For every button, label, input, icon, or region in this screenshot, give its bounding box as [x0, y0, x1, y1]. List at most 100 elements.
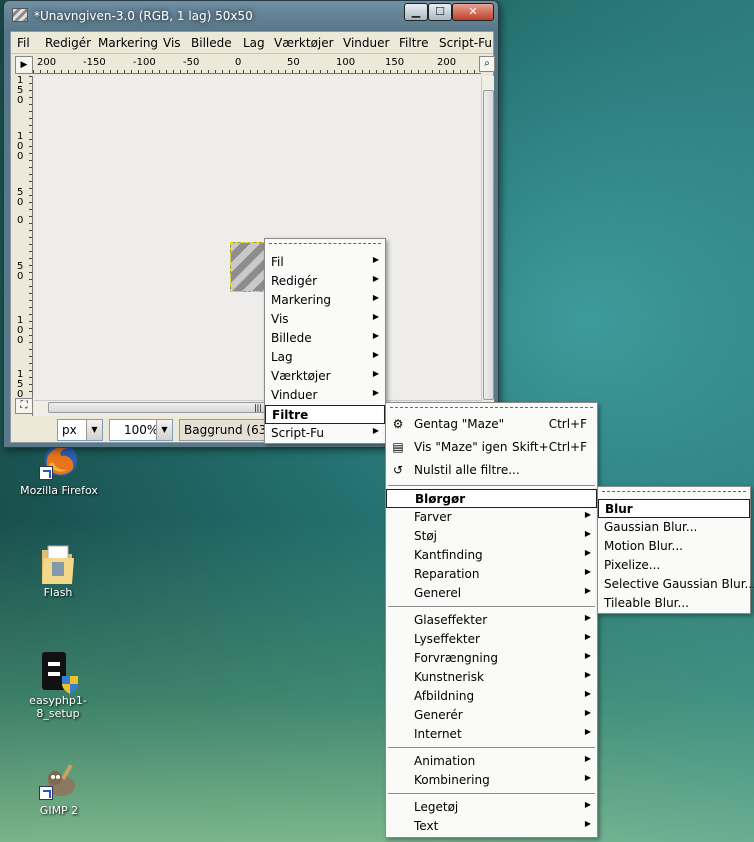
- desktop-icon-gimp[interactable]: GIMP 2: [9, 760, 109, 817]
- desktop-icon-label: Flash: [43, 586, 73, 599]
- menu-fil[interactable]: Fil: [17, 36, 30, 50]
- desktop-icon-label: easyphp1-8_setup: [29, 694, 87, 720]
- tearoff-line[interactable]: [602, 491, 746, 492]
- minimize-button[interactable]: ▁: [404, 3, 428, 21]
- desktop-icon-label: GIMP 2: [39, 804, 79, 817]
- filter-category-kombinering[interactable]: Kombinering ▶: [386, 771, 597, 790]
- tearoff-line[interactable]: [390, 407, 593, 408]
- menu-bar: Fil Redigér Markering Vis Billede Lag Væ…: [11, 32, 493, 54]
- zoom-select[interactable]: 100% ▼: [109, 419, 173, 441]
- navigate-icon[interactable]: ⛶: [15, 398, 33, 414]
- submenu-arrow-icon: ▶: [584, 651, 591, 660]
- submenu-arrow-icon: ▶: [584, 727, 591, 736]
- filter-category-legetoj[interactable]: Legetøj ▶: [386, 798, 597, 817]
- context-item-markering[interactable]: Markering ▶: [265, 291, 385, 310]
- blur-item-selective-gaussian[interactable]: Selective Gaussian Blur...: [598, 575, 754, 594]
- desktop-icon-easyphp[interactable]: easyphp1-8_setup: [8, 650, 108, 720]
- submenu-arrow-icon: ▶: [372, 331, 379, 340]
- window-title: *Unavngiven-3.0 (RGB, 1 lag) 50x50: [34, 9, 253, 23]
- menu-filtre[interactable]: Filtre: [399, 36, 428, 50]
- gear-icon: ⚙: [392, 417, 404, 431]
- reshow-dialog-icon: ▤: [392, 440, 404, 454]
- submenu-arrow-icon: ▶: [584, 708, 591, 717]
- menu-vinduer[interactable]: Vinduer: [343, 36, 389, 50]
- zoom-fit-icon[interactable]: ⌕: [479, 56, 495, 72]
- filter-category-lyseffekter[interactable]: Lyseffekter ▶: [386, 630, 597, 649]
- maximize-button[interactable]: ☐: [428, 3, 452, 21]
- desktop-icon-firefox[interactable]: Mozilla Firefox: [9, 440, 109, 497]
- blur-item-motion[interactable]: Motion Blur...: [598, 537, 750, 556]
- filter-category-farver[interactable]: Farver ▶: [386, 508, 597, 527]
- quick-mask-button[interactable]: ▶: [15, 56, 33, 74]
- submenu-arrow-icon: ▶: [584, 586, 591, 595]
- filter-category-generel[interactable]: Generel ▶: [386, 584, 597, 603]
- menu-markering[interactable]: Markering: [98, 36, 158, 50]
- context-item-vis[interactable]: Vis ▶: [265, 310, 385, 329]
- folder-icon: [38, 542, 78, 584]
- menu-separator: [388, 606, 595, 608]
- context-item-rediger[interactable]: Redigér ▶: [265, 272, 385, 291]
- submenu-arrow-icon: ▶: [372, 426, 379, 435]
- menu-vis[interactable]: Vis: [163, 36, 181, 50]
- filter-category-glaseffekter[interactable]: Glaseffekter ▶: [386, 611, 597, 630]
- submenu-arrow-icon: ▶: [584, 529, 591, 538]
- blur-item-pixelize[interactable]: Pixelize...: [598, 556, 750, 575]
- submenu-arrow-icon: ▶: [584, 819, 591, 828]
- submenu-arrow-icon: ▶: [372, 312, 379, 321]
- context-item-filtre[interactable]: Filtre: [265, 405, 385, 424]
- reset-filters-item[interactable]: ↺ Nulstil alle filtre...: [386, 461, 597, 480]
- filter-category-kantfinding[interactable]: Kantfinding ▶: [386, 546, 597, 565]
- chevron-down-icon[interactable]: ▼: [156, 420, 172, 440]
- menu-rediger[interactable]: Redigér: [45, 36, 91, 50]
- filter-category-forvraengning[interactable]: Forvrængning ▶: [386, 649, 597, 668]
- filter-category-stoj[interactable]: Støj ▶: [386, 527, 597, 546]
- title-bar[interactable]: *Unavngiven-3.0 (RGB, 1 lag) 50x50 ▁ ☐ ✕: [4, 1, 498, 29]
- blur-item-tileable[interactable]: Tileable Blur...: [598, 594, 750, 613]
- filter-category-animation[interactable]: Animation ▶: [386, 752, 597, 771]
- menu-separator: [388, 793, 595, 795]
- submenu-arrow-icon: ▶: [584, 800, 591, 809]
- window-client: Fil Redigér Markering Vis Billede Lag Væ…: [10, 31, 495, 443]
- submenu-arrow-icon: ▶: [372, 388, 379, 397]
- unit-select[interactable]: px ▼: [57, 419, 103, 441]
- filter-category-blur[interactable]: Blørgør: [386, 489, 597, 508]
- context-item-billede[interactable]: Billede ▶: [265, 329, 385, 348]
- context-item-fil[interactable]: Fil ▶: [265, 253, 385, 272]
- repeat-filter-item[interactable]: ⚙ Gentag "Maze" Ctrl+F: [386, 415, 597, 434]
- menu-vaerktojer[interactable]: Værktøjer: [274, 36, 334, 50]
- menu-script-fu[interactable]: Script-Fu: [439, 36, 492, 50]
- submenu-arrow-icon: ▶: [372, 274, 379, 283]
- context-item-lag[interactable]: Lag ▶: [265, 348, 385, 367]
- context-item-vinduer[interactable]: Vinduer ▶: [265, 386, 385, 405]
- submenu-arrow-icon: ▶: [372, 293, 379, 302]
- filter-category-generer[interactable]: Generér ▶: [386, 706, 597, 725]
- menu-billede[interactable]: Billede: [191, 36, 232, 50]
- filter-category-kunstnerisk[interactable]: Kunstnerisk ▶: [386, 668, 597, 687]
- filter-category-reparation[interactable]: Reparation ▶: [386, 565, 597, 584]
- context-item-vaerktojer[interactable]: Værktøjer ▶: [265, 367, 385, 386]
- context-item-script-fu[interactable]: Script-Fu ▶: [265, 424, 385, 443]
- vertical-scrollbar[interactable]: [481, 76, 494, 416]
- filter-category-internet[interactable]: Internet ▶: [386, 725, 597, 744]
- filter-category-text[interactable]: Text ▶: [386, 817, 597, 836]
- blur-item-gaussian[interactable]: Gaussian Blur...: [598, 518, 750, 537]
- shortcut-arrow-icon: [39, 786, 53, 800]
- filter-category-afbildning[interactable]: Afbildning ▶: [386, 687, 597, 706]
- reshow-filter-item[interactable]: ▤ Vis "Maze" igen Skift+Ctrl+F: [386, 438, 597, 457]
- menu-separator: [388, 747, 595, 749]
- scroll-thumb[interactable]: [483, 90, 494, 400]
- gimp-window-icon: [12, 8, 28, 22]
- installer-icon: [38, 650, 78, 694]
- blur-item-blur[interactable]: Blur: [598, 499, 750, 518]
- desktop-icon-label: Mozilla Firefox: [20, 484, 98, 497]
- close-button[interactable]: ✕: [452, 3, 494, 21]
- chevron-down-icon[interactable]: ▼: [86, 420, 102, 440]
- tearoff-line[interactable]: [269, 243, 381, 244]
- horizontal-ruler: 200 -150 -100 -50 0 50 100 150 200: [33, 56, 481, 74]
- menu-lag[interactable]: Lag: [243, 36, 265, 50]
- image-canvas[interactable]: [34, 76, 482, 416]
- submenu-arrow-icon: ▶: [584, 670, 591, 679]
- desktop-icon-flash[interactable]: Flash: [8, 542, 108, 599]
- submenu-arrow-icon: ▶: [584, 632, 591, 641]
- filters-menu: ⚙ Gentag "Maze" Ctrl+F ▤ Vis "Maze" igen…: [385, 402, 598, 838]
